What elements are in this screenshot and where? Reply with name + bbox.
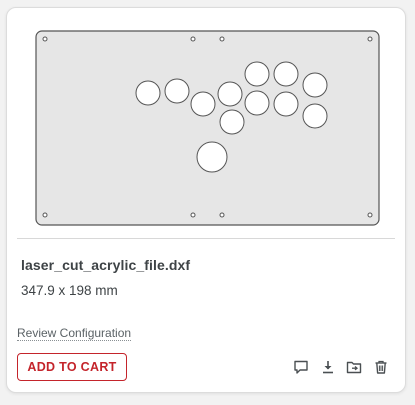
file-name: laser_cut_acrylic_file.dxf <box>21 257 191 273</box>
mount-hole <box>219 212 225 218</box>
button-hole <box>302 72 328 98</box>
button-hole <box>273 61 299 87</box>
mount-hole <box>42 212 48 218</box>
button-hole <box>273 91 299 117</box>
dimensions-text: 347.9 x 198 mm <box>21 283 118 298</box>
button-hole <box>302 103 328 129</box>
add-to-cart-button[interactable]: ADD TO CART <box>17 353 127 381</box>
divider <box>17 238 395 239</box>
mount-hole <box>190 36 196 42</box>
button-hole <box>190 91 216 117</box>
button-hole <box>135 80 161 106</box>
panel-drawing <box>35 30 380 226</box>
mount-hole <box>367 36 373 42</box>
download-icon[interactable] <box>320 359 336 375</box>
product-card: laser_cut_acrylic_file.dxf 347.9 x 198 m… <box>6 7 406 393</box>
panel-preview <box>35 30 381 228</box>
button-hole-large <box>196 141 228 173</box>
mount-hole <box>42 36 48 42</box>
comment-icon[interactable] <box>293 359 309 375</box>
review-configuration-link[interactable]: Review Configuration <box>17 326 132 341</box>
folder-move-icon[interactable] <box>346 359 362 375</box>
button-hole <box>219 109 245 135</box>
trash-icon[interactable] <box>373 359 389 375</box>
panel-outline <box>35 30 380 226</box>
mount-hole <box>219 36 225 42</box>
button-hole <box>244 90 270 116</box>
mount-hole <box>367 212 373 218</box>
card-actions <box>293 359 393 375</box>
button-hole <box>164 78 190 104</box>
button-hole <box>244 61 270 87</box>
button-hole <box>217 81 243 107</box>
mount-hole <box>190 212 196 218</box>
